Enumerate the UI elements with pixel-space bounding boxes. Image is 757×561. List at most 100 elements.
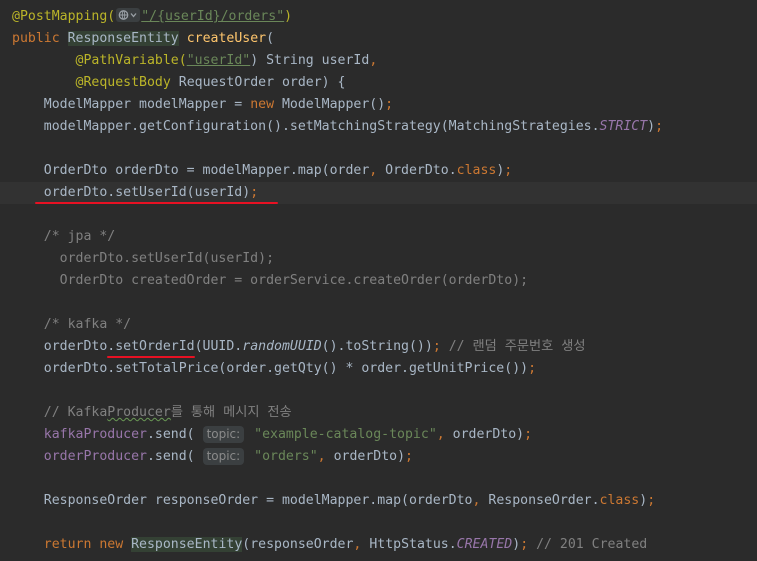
code-token: randomUUID	[242, 339, 322, 354]
code-token: 를 통해 메시지 전송	[170, 405, 292, 420]
code-token: "example-catalog-topic"	[246, 427, 437, 442]
code-token: ;	[528, 361, 537, 376]
code-line[interactable]: orderDto.setTotalPrice(order.getQty() * …	[0, 358, 757, 380]
code-token: Producer	[107, 405, 171, 420]
code-token: orderDto)	[452, 427, 525, 442]
code-token: ;	[504, 163, 513, 178]
code-token: CREATED	[456, 537, 513, 552]
code-line[interactable]: kafkaProducer.send( topic: "example-cata…	[0, 424, 757, 446]
code-token: "/{userId}/orders"	[141, 9, 285, 24]
code-token: ;	[405, 449, 413, 464]
code-token: orderDto.setUserId(userId);	[12, 251, 275, 266]
code-line[interactable]: @RequestBody RequestOrder order) {	[0, 72, 757, 94]
code-token: orderDto)	[333, 449, 406, 464]
code-line[interactable]	[0, 512, 757, 534]
code-line[interactable]	[0, 468, 757, 490]
code-line[interactable]: @PostMapping( "/{userId}/orders")	[0, 6, 757, 28]
code-line[interactable]: return new ResponseEntity(responseOrder,…	[0, 534, 757, 556]
code-token: orderProducer	[43, 449, 147, 464]
code-line[interactable]	[0, 138, 757, 160]
code-token: @PathVariable(	[75, 53, 187, 68]
code-token: ;	[655, 119, 664, 134]
code-token: ;	[524, 427, 533, 442]
code-line[interactable]: OrderDto orderDto = modelMapper.map(orde…	[0, 160, 757, 182]
code-editor[interactable]: @PostMapping( "/{userId}/orders") public R…	[0, 0, 757, 561]
code-token: public	[12, 31, 68, 46]
code-line[interactable]	[0, 204, 757, 226]
code-token: // Kafka	[12, 405, 108, 420]
code-line[interactable]: ResponseOrder responseOrder = modelMappe…	[0, 490, 757, 512]
code-line[interactable]: @PathVariable("userId") String userId,	[0, 50, 757, 72]
code-token: ,	[436, 427, 453, 442]
code-token: ,	[369, 163, 386, 178]
code-token: kafkaProducer	[43, 427, 147, 442]
code-token: OrderDto createdOrder = orderService.cre…	[12, 273, 529, 288]
code-token: ,	[353, 537, 370, 552]
code-token: ResponseOrder.	[488, 493, 600, 508]
code-token: HttpStatus.	[369, 537, 457, 552]
code-token: )	[647, 119, 656, 134]
code-line[interactable]: /* jpa */	[0, 226, 757, 248]
code-token: (	[266, 31, 275, 46]
code-token: orderDto.setUserId(userId)	[12, 185, 251, 200]
highlight-underline-set-order-id	[107, 356, 195, 358]
web-endpoint-icon[interactable]	[116, 8, 141, 22]
code-token: class	[456, 163, 497, 178]
code-token: (responseOrder	[242, 537, 354, 552]
code-token: )	[639, 493, 648, 508]
code-token: .send(	[146, 427, 203, 442]
code-token: createUser	[186, 31, 267, 46]
code-line[interactable]	[0, 380, 757, 402]
code-token: ;	[385, 97, 394, 112]
code-token: // 201 Created	[528, 537, 648, 552]
code-token: OrderDto.	[385, 163, 457, 178]
code-line[interactable]: orderDto.setOrderId(UUID.randomUUID().to…	[0, 336, 757, 358]
code-token: "userId"	[186, 53, 251, 68]
code-line[interactable]: orderDto.setUserId(userId);	[0, 182, 757, 204]
code-token: OrderDto orderDto = modelMapper.map(orde…	[12, 163, 370, 178]
code-line[interactable]: OrderDto createdOrder = orderService.cre…	[0, 270, 757, 292]
parameter-hint: topic:	[202, 448, 245, 465]
code-line[interactable]: orderProducer.send( topic: "orders", ord…	[0, 446, 757, 468]
code-token: ) String userId	[250, 53, 370, 68]
code-token: ,	[317, 449, 334, 464]
code-token: RequestOrder order) {	[170, 75, 346, 90]
code-token: /* jpa */	[12, 229, 116, 244]
code-token: @PostMapping(	[12, 9, 116, 24]
code-token: ResponseEntity	[131, 537, 243, 552]
code-token: ModelMapper modelMapper =	[12, 97, 251, 112]
code-token: orderDto.setOrderId(UUID.	[12, 339, 243, 354]
code-line[interactable]	[0, 292, 757, 314]
code-token: STRICT	[599, 119, 648, 134]
code-token: ResponseOrder responseOrder = modelMappe…	[12, 493, 473, 508]
code-line[interactable]: public ResponseEntity createUser(	[0, 28, 757, 50]
code-line[interactable]: modelMapper.getConfiguration().setMatchi…	[0, 116, 757, 138]
code-token: @RequestBody	[75, 75, 171, 90]
code-token: class	[599, 493, 640, 508]
code-token: ,	[369, 53, 378, 68]
code-token: "orders"	[246, 449, 318, 464]
code-line[interactable]: ModelMapper modelMapper = new ModelMappe…	[0, 94, 757, 116]
code-line[interactable]: /* kafka */	[0, 314, 757, 336]
code-line[interactable]: orderDto.setUserId(userId);	[0, 248, 757, 270]
code-token: ,	[472, 493, 489, 508]
code-token: ().toString())	[321, 339, 433, 354]
code-token: ;	[647, 493, 656, 508]
parameter-hint: topic:	[202, 426, 245, 443]
code-token: modelMapper.getConfiguration().setMatchi…	[12, 119, 600, 134]
code-token: )	[284, 9, 293, 24]
code-token: new	[250, 97, 282, 112]
code-token: .send(	[146, 449, 203, 464]
code-token: return new	[43, 537, 132, 552]
code-token: // 랜덤 주문번호 생성	[440, 339, 586, 354]
code-token: orderDto.setTotalPrice(order.getQty() * …	[12, 361, 529, 376]
code-line[interactable]: // KafkaProducer를 통해 메시지 전송	[0, 402, 757, 424]
code-token: ResponseEntity	[67, 31, 179, 46]
highlight-underline-set-user-id	[35, 202, 278, 204]
code-token: ModelMapper()	[281, 97, 386, 112]
